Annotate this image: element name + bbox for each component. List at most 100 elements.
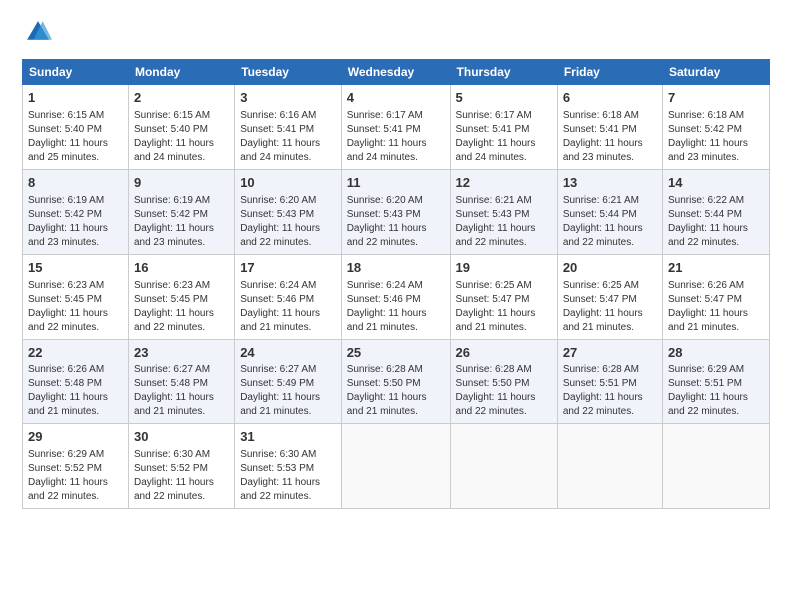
calendar-cell: 21Sunrise: 6:26 AM Sunset: 5:47 PM Dayli… bbox=[662, 254, 769, 339]
header bbox=[22, 18, 770, 51]
day-info: Sunrise: 6:23 AM Sunset: 5:45 PM Dayligh… bbox=[28, 279, 123, 335]
calendar-cell: 28Sunrise: 6:29 AM Sunset: 5:51 PM Dayli… bbox=[662, 339, 769, 424]
calendar-cell: 22Sunrise: 6:26 AM Sunset: 5:48 PM Dayli… bbox=[23, 339, 129, 424]
calendar-cell: 4Sunrise: 6:17 AM Sunset: 5:41 PM Daylig… bbox=[341, 85, 450, 170]
day-info: Sunrise: 6:29 AM Sunset: 5:51 PM Dayligh… bbox=[668, 363, 764, 419]
day-number: 21 bbox=[668, 259, 764, 278]
day-info: Sunrise: 6:26 AM Sunset: 5:48 PM Dayligh… bbox=[28, 363, 123, 419]
weekday-header-tuesday: Tuesday bbox=[235, 60, 342, 85]
calendar-cell: 13Sunrise: 6:21 AM Sunset: 5:44 PM Dayli… bbox=[557, 169, 662, 254]
calendar-cell: 10Sunrise: 6:20 AM Sunset: 5:43 PM Dayli… bbox=[235, 169, 342, 254]
week-row-1: 1Sunrise: 6:15 AM Sunset: 5:40 PM Daylig… bbox=[23, 85, 770, 170]
day-info: Sunrise: 6:30 AM Sunset: 5:53 PM Dayligh… bbox=[240, 448, 336, 504]
weekday-header-sunday: Sunday bbox=[23, 60, 129, 85]
calendar-cell bbox=[450, 424, 557, 509]
day-info: Sunrise: 6:15 AM Sunset: 5:40 PM Dayligh… bbox=[134, 109, 229, 165]
day-number: 10 bbox=[240, 174, 336, 193]
weekday-header-wednesday: Wednesday bbox=[341, 60, 450, 85]
day-info: Sunrise: 6:27 AM Sunset: 5:49 PM Dayligh… bbox=[240, 363, 336, 419]
logo bbox=[22, 18, 56, 51]
day-number: 4 bbox=[347, 89, 445, 108]
calendar-cell: 24Sunrise: 6:27 AM Sunset: 5:49 PM Dayli… bbox=[235, 339, 342, 424]
day-info: Sunrise: 6:30 AM Sunset: 5:52 PM Dayligh… bbox=[134, 448, 229, 504]
calendar-cell: 19Sunrise: 6:25 AM Sunset: 5:47 PM Dayli… bbox=[450, 254, 557, 339]
day-info: Sunrise: 6:16 AM Sunset: 5:41 PM Dayligh… bbox=[240, 109, 336, 165]
day-number: 25 bbox=[347, 344, 445, 363]
calendar-cell: 12Sunrise: 6:21 AM Sunset: 5:43 PM Dayli… bbox=[450, 169, 557, 254]
day-info: Sunrise: 6:15 AM Sunset: 5:40 PM Dayligh… bbox=[28, 109, 123, 165]
calendar-cell: 25Sunrise: 6:28 AM Sunset: 5:50 PM Dayli… bbox=[341, 339, 450, 424]
weekday-header-friday: Friday bbox=[557, 60, 662, 85]
calendar-cell: 11Sunrise: 6:20 AM Sunset: 5:43 PM Dayli… bbox=[341, 169, 450, 254]
day-info: Sunrise: 6:28 AM Sunset: 5:50 PM Dayligh… bbox=[347, 363, 445, 419]
day-number: 6 bbox=[563, 89, 657, 108]
day-info: Sunrise: 6:24 AM Sunset: 5:46 PM Dayligh… bbox=[347, 279, 445, 335]
day-info: Sunrise: 6:27 AM Sunset: 5:48 PM Dayligh… bbox=[134, 363, 229, 419]
day-number: 7 bbox=[668, 89, 764, 108]
day-info: Sunrise: 6:20 AM Sunset: 5:43 PM Dayligh… bbox=[347, 194, 445, 250]
day-info: Sunrise: 6:21 AM Sunset: 5:44 PM Dayligh… bbox=[563, 194, 657, 250]
weekday-header-row: SundayMondayTuesdayWednesdayThursdayFrid… bbox=[23, 60, 770, 85]
calendar-cell: 18Sunrise: 6:24 AM Sunset: 5:46 PM Dayli… bbox=[341, 254, 450, 339]
day-info: Sunrise: 6:19 AM Sunset: 5:42 PM Dayligh… bbox=[28, 194, 123, 250]
day-info: Sunrise: 6:21 AM Sunset: 5:43 PM Dayligh… bbox=[456, 194, 552, 250]
calendar-cell: 23Sunrise: 6:27 AM Sunset: 5:48 PM Dayli… bbox=[128, 339, 234, 424]
calendar-cell: 6Sunrise: 6:18 AM Sunset: 5:41 PM Daylig… bbox=[557, 85, 662, 170]
calendar-table: SundayMondayTuesdayWednesdayThursdayFrid… bbox=[22, 59, 770, 509]
day-number: 16 bbox=[134, 259, 229, 278]
day-number: 23 bbox=[134, 344, 229, 363]
day-number: 22 bbox=[28, 344, 123, 363]
weekday-header-monday: Monday bbox=[128, 60, 234, 85]
day-info: Sunrise: 6:18 AM Sunset: 5:42 PM Dayligh… bbox=[668, 109, 764, 165]
day-number: 1 bbox=[28, 89, 123, 108]
day-number: 31 bbox=[240, 428, 336, 447]
calendar-cell: 9Sunrise: 6:19 AM Sunset: 5:42 PM Daylig… bbox=[128, 169, 234, 254]
calendar-cell: 30Sunrise: 6:30 AM Sunset: 5:52 PM Dayli… bbox=[128, 424, 234, 509]
calendar-cell: 29Sunrise: 6:29 AM Sunset: 5:52 PM Dayli… bbox=[23, 424, 129, 509]
day-info: Sunrise: 6:28 AM Sunset: 5:50 PM Dayligh… bbox=[456, 363, 552, 419]
weekday-header-saturday: Saturday bbox=[662, 60, 769, 85]
day-number: 24 bbox=[240, 344, 336, 363]
week-row-4: 22Sunrise: 6:26 AM Sunset: 5:48 PM Dayli… bbox=[23, 339, 770, 424]
day-number: 28 bbox=[668, 344, 764, 363]
calendar-cell: 20Sunrise: 6:25 AM Sunset: 5:47 PM Dayli… bbox=[557, 254, 662, 339]
day-info: Sunrise: 6:22 AM Sunset: 5:44 PM Dayligh… bbox=[668, 194, 764, 250]
day-info: Sunrise: 6:29 AM Sunset: 5:52 PM Dayligh… bbox=[28, 448, 123, 504]
calendar-cell bbox=[557, 424, 662, 509]
calendar-cell: 31Sunrise: 6:30 AM Sunset: 5:53 PM Dayli… bbox=[235, 424, 342, 509]
day-number: 8 bbox=[28, 174, 123, 193]
calendar-cell bbox=[341, 424, 450, 509]
week-row-3: 15Sunrise: 6:23 AM Sunset: 5:45 PM Dayli… bbox=[23, 254, 770, 339]
week-row-2: 8Sunrise: 6:19 AM Sunset: 5:42 PM Daylig… bbox=[23, 169, 770, 254]
weekday-header-thursday: Thursday bbox=[450, 60, 557, 85]
calendar-cell: 7Sunrise: 6:18 AM Sunset: 5:42 PM Daylig… bbox=[662, 85, 769, 170]
day-number: 20 bbox=[563, 259, 657, 278]
calendar-cell: 5Sunrise: 6:17 AM Sunset: 5:41 PM Daylig… bbox=[450, 85, 557, 170]
day-number: 17 bbox=[240, 259, 336, 278]
day-info: Sunrise: 6:25 AM Sunset: 5:47 PM Dayligh… bbox=[456, 279, 552, 335]
day-info: Sunrise: 6:24 AM Sunset: 5:46 PM Dayligh… bbox=[240, 279, 336, 335]
day-number: 14 bbox=[668, 174, 764, 193]
page: SundayMondayTuesdayWednesdayThursdayFrid… bbox=[0, 0, 792, 523]
calendar-cell: 1Sunrise: 6:15 AM Sunset: 5:40 PM Daylig… bbox=[23, 85, 129, 170]
day-number: 13 bbox=[563, 174, 657, 193]
day-number: 2 bbox=[134, 89, 229, 108]
calendar-cell: 2Sunrise: 6:15 AM Sunset: 5:40 PM Daylig… bbox=[128, 85, 234, 170]
calendar-cell: 16Sunrise: 6:23 AM Sunset: 5:45 PM Dayli… bbox=[128, 254, 234, 339]
day-info: Sunrise: 6:25 AM Sunset: 5:47 PM Dayligh… bbox=[563, 279, 657, 335]
calendar-cell: 27Sunrise: 6:28 AM Sunset: 5:51 PM Dayli… bbox=[557, 339, 662, 424]
day-info: Sunrise: 6:28 AM Sunset: 5:51 PM Dayligh… bbox=[563, 363, 657, 419]
day-number: 27 bbox=[563, 344, 657, 363]
day-number: 26 bbox=[456, 344, 552, 363]
calendar-cell: 15Sunrise: 6:23 AM Sunset: 5:45 PM Dayli… bbox=[23, 254, 129, 339]
week-row-5: 29Sunrise: 6:29 AM Sunset: 5:52 PM Dayli… bbox=[23, 424, 770, 509]
day-number: 9 bbox=[134, 174, 229, 193]
day-number: 12 bbox=[456, 174, 552, 193]
day-number: 3 bbox=[240, 89, 336, 108]
calendar-cell bbox=[662, 424, 769, 509]
day-number: 30 bbox=[134, 428, 229, 447]
day-info: Sunrise: 6:17 AM Sunset: 5:41 PM Dayligh… bbox=[347, 109, 445, 165]
day-number: 18 bbox=[347, 259, 445, 278]
day-number: 15 bbox=[28, 259, 123, 278]
day-number: 5 bbox=[456, 89, 552, 108]
